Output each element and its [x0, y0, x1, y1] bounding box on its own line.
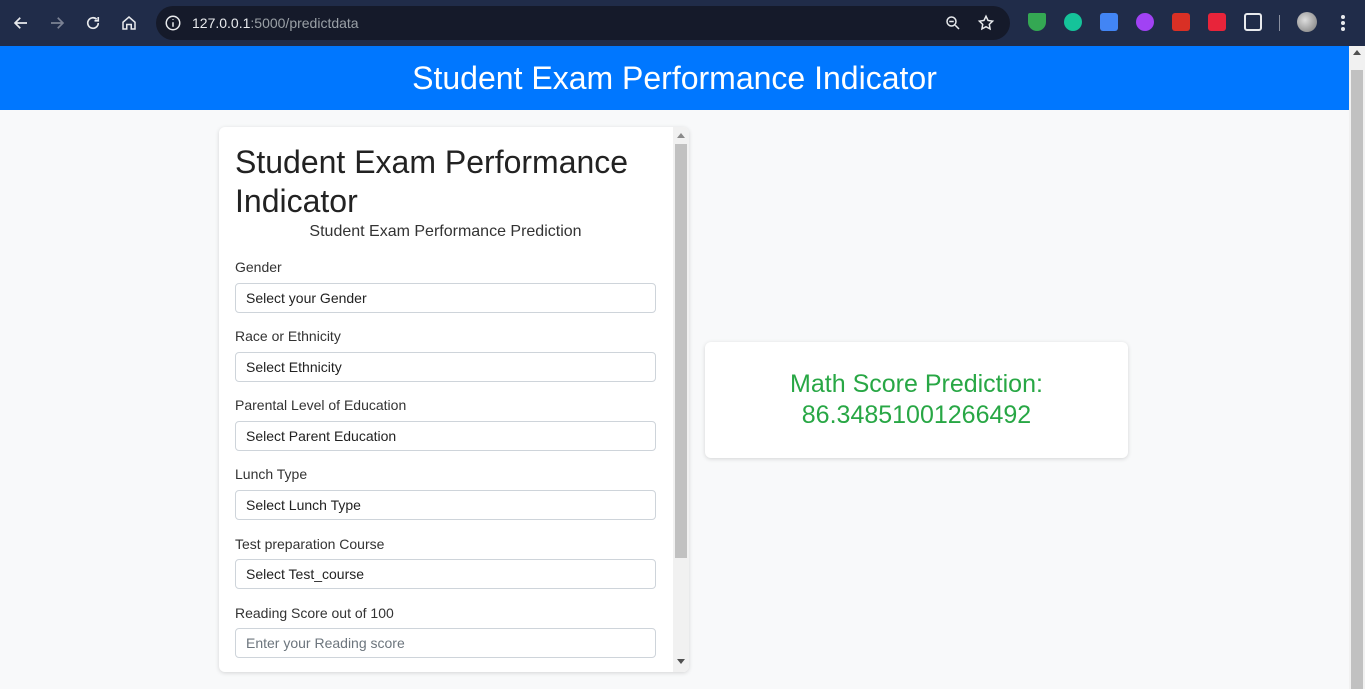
test-course-label: Test preparation Course — [235, 536, 385, 552]
form-scroll-down-icon[interactable] — [677, 659, 685, 664]
mendeley-extension-icon[interactable] — [1208, 13, 1226, 31]
reading-score-input[interactable]: Enter your Reading score — [235, 628, 656, 658]
parental-education-select[interactable]: Select Parent Education — [235, 421, 656, 451]
prediction-result-card: Math Score Prediction: 86.34851001266492 — [705, 342, 1128, 458]
url-text: 127.0.0.1:5000/predictdata — [192, 15, 359, 31]
page-scrollbar[interactable] — [1349, 46, 1365, 689]
blocker-extension-icon[interactable] — [1136, 13, 1154, 31]
reading-score-label: Reading Score out of 100 — [235, 605, 394, 621]
zoom-icon[interactable] — [944, 14, 962, 32]
shield-extension-icon[interactable] — [1028, 13, 1046, 31]
form-scrollbar[interactable] — [673, 127, 689, 672]
browser-menu-icon[interactable] — [1333, 11, 1353, 35]
test-course-select[interactable]: Select Test_course — [235, 559, 656, 589]
page-scroll-thumb[interactable] — [1351, 70, 1363, 689]
home-icon[interactable] — [117, 11, 141, 35]
page-title: Student Exam Performance Indicator — [412, 59, 937, 96]
profile-avatar[interactable] — [1297, 12, 1317, 32]
browser-toolbar: 127.0.0.1:5000/predictdata — [0, 0, 1365, 46]
extensions-puzzle-icon[interactable] — [1244, 13, 1262, 31]
lunch-type-select[interactable]: Select Lunch Type — [235, 490, 656, 520]
gender-select[interactable]: Select your Gender — [235, 283, 656, 313]
back-icon[interactable] — [9, 11, 33, 35]
bookmark-star-icon[interactable] — [977, 14, 995, 32]
ethnicity-label: Race or Ethnicity — [235, 328, 341, 344]
result-label: Math Score Prediction: — [790, 370, 1043, 398]
result-value: 86.34851001266492 — [801, 401, 1032, 429]
url-path: :5000/predictdata — [250, 15, 359, 31]
address-bar[interactable]: 127.0.0.1:5000/predictdata — [156, 6, 1010, 40]
page-scroll-up-icon[interactable] — [1353, 50, 1361, 55]
form-scroll-up-icon[interactable] — [677, 133, 685, 138]
toolbar-divider — [1279, 15, 1280, 31]
ethnicity-select[interactable]: Select Ethnicity — [235, 352, 656, 382]
page-header: Student Exam Performance Indicator — [0, 46, 1349, 110]
translate-extension-icon[interactable] — [1100, 13, 1118, 31]
gender-label: Gender — [235, 259, 282, 275]
form-title: Student Exam Performance Indicator — [235, 144, 629, 219]
prediction-form-card: Student Exam Performance Indicator Stude… — [219, 127, 689, 672]
reload-icon[interactable] — [81, 11, 105, 35]
form-subtitle: Student Exam Performance Prediction — [309, 223, 582, 240]
forward-icon[interactable] — [45, 11, 69, 35]
form-scroll-thumb[interactable] — [675, 144, 687, 558]
video-extension-icon[interactable] — [1172, 13, 1190, 31]
site-info-icon[interactable] — [164, 14, 182, 32]
grammarly-extension-icon[interactable] — [1064, 13, 1082, 31]
lunch-type-label: Lunch Type — [235, 466, 308, 482]
url-host: 127.0.0.1 — [192, 15, 251, 31]
parental-education-label: Parental Level of Education — [235, 397, 407, 413]
